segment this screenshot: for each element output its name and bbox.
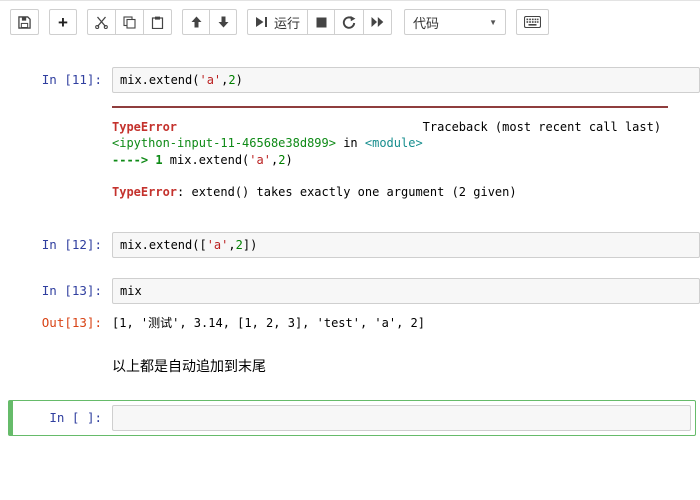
fast-forward-icon xyxy=(371,16,384,28)
error-output: TypeError Traceback (most recent call la… xyxy=(112,106,700,200)
code-input[interactable]: mix xyxy=(112,278,700,305)
cell-type-value: 代码 xyxy=(413,15,440,31)
traceback-separator xyxy=(112,106,668,109)
keyboard-icon xyxy=(524,16,542,28)
code-input[interactable]: mix.extend(['a',2]) xyxy=(112,231,700,259)
input-prompt: In [11]: xyxy=(41,72,102,87)
code-line xyxy=(120,410,683,426)
scissors-icon xyxy=(95,16,108,29)
cell-type-dropdown[interactable]: 代码 ▼ xyxy=(404,9,507,35)
input-prompt: In [ ]: xyxy=(49,409,102,425)
traceback-line: TypeError Traceback (most recent call la… xyxy=(112,120,662,135)
markdown-cell[interactable]: 以上都是自动追加到末尾 xyxy=(112,356,700,376)
code-cell-12: In [12]: mix.extend(['a',2]) xyxy=(8,231,700,259)
run-icon xyxy=(255,16,268,28)
traceback-line: ----> 1 mix.extend('a',2) xyxy=(112,152,293,167)
restart-run-all-button[interactable] xyxy=(363,9,393,35)
chevron-down-icon: ▼ xyxy=(489,17,498,27)
code-line: mix.extend(['a',2]) xyxy=(120,237,258,252)
run-label: 运行 xyxy=(274,15,301,31)
paste-cell-button[interactable] xyxy=(143,9,172,35)
input-prompt: In [12]: xyxy=(41,236,102,252)
code-line: mix xyxy=(120,284,142,299)
arrow-down-icon xyxy=(218,16,229,28)
output-prompt: Out[13]: xyxy=(41,315,102,331)
interrupt-kernel-button[interactable] xyxy=(307,9,336,35)
code-input-empty[interactable] xyxy=(112,404,691,431)
output-cell-13: Out[13]: [1, '测试', 3.14, [1, 2, 3], 'tes… xyxy=(8,313,700,331)
save-button[interactable] xyxy=(10,9,39,35)
command-palette-button[interactable] xyxy=(516,9,550,35)
restart-kernel-button[interactable] xyxy=(334,9,365,35)
run-cell-button[interactable]: 运行 xyxy=(247,9,309,35)
selected-empty-cell[interactable]: In [ ]: xyxy=(8,399,696,436)
code-cell-11: In [11]: mix.extend('a',2) TypeError Tra… xyxy=(0,67,700,200)
arrow-up-icon xyxy=(191,16,202,28)
move-button-group xyxy=(182,9,237,35)
restart-icon xyxy=(342,15,356,29)
copy-icon xyxy=(123,15,136,29)
traceback-line: <ipython-input-11-46568e38d899> in <modu… xyxy=(112,136,423,151)
paste-icon xyxy=(151,16,164,29)
add-cell-button[interactable]: + xyxy=(49,9,77,35)
run-button-group: 运行 xyxy=(247,9,393,35)
stop-icon xyxy=(316,17,327,28)
move-cell-down-button[interactable] xyxy=(209,9,237,35)
code-cell-13: In [13]: mix xyxy=(8,278,700,305)
code-input[interactable]: mix.extend('a',2) xyxy=(112,67,700,94)
code-line: mix.extend('a',2) xyxy=(120,73,243,87)
traceback-line xyxy=(112,168,700,184)
edit-button-group xyxy=(87,9,172,35)
output-text: [1, '测试', 3.14, [1, 2, 3], 'test', 'a', … xyxy=(112,316,425,331)
cut-cell-button[interactable] xyxy=(87,9,116,35)
input-prompt: In [13]: xyxy=(41,283,102,299)
notebook-container: In [11]: mix.extend('a',2) TypeError Tra… xyxy=(0,43,700,436)
save-icon xyxy=(18,15,31,29)
notebook-toolbar: + 运行 代码 ▼ xyxy=(0,1,700,43)
copy-cell-button[interactable] xyxy=(115,9,144,35)
traceback-line: TypeError: extend() takes exactly one ar… xyxy=(112,184,517,199)
plus-icon: + xyxy=(58,12,68,32)
move-cell-up-button[interactable] xyxy=(182,9,210,35)
